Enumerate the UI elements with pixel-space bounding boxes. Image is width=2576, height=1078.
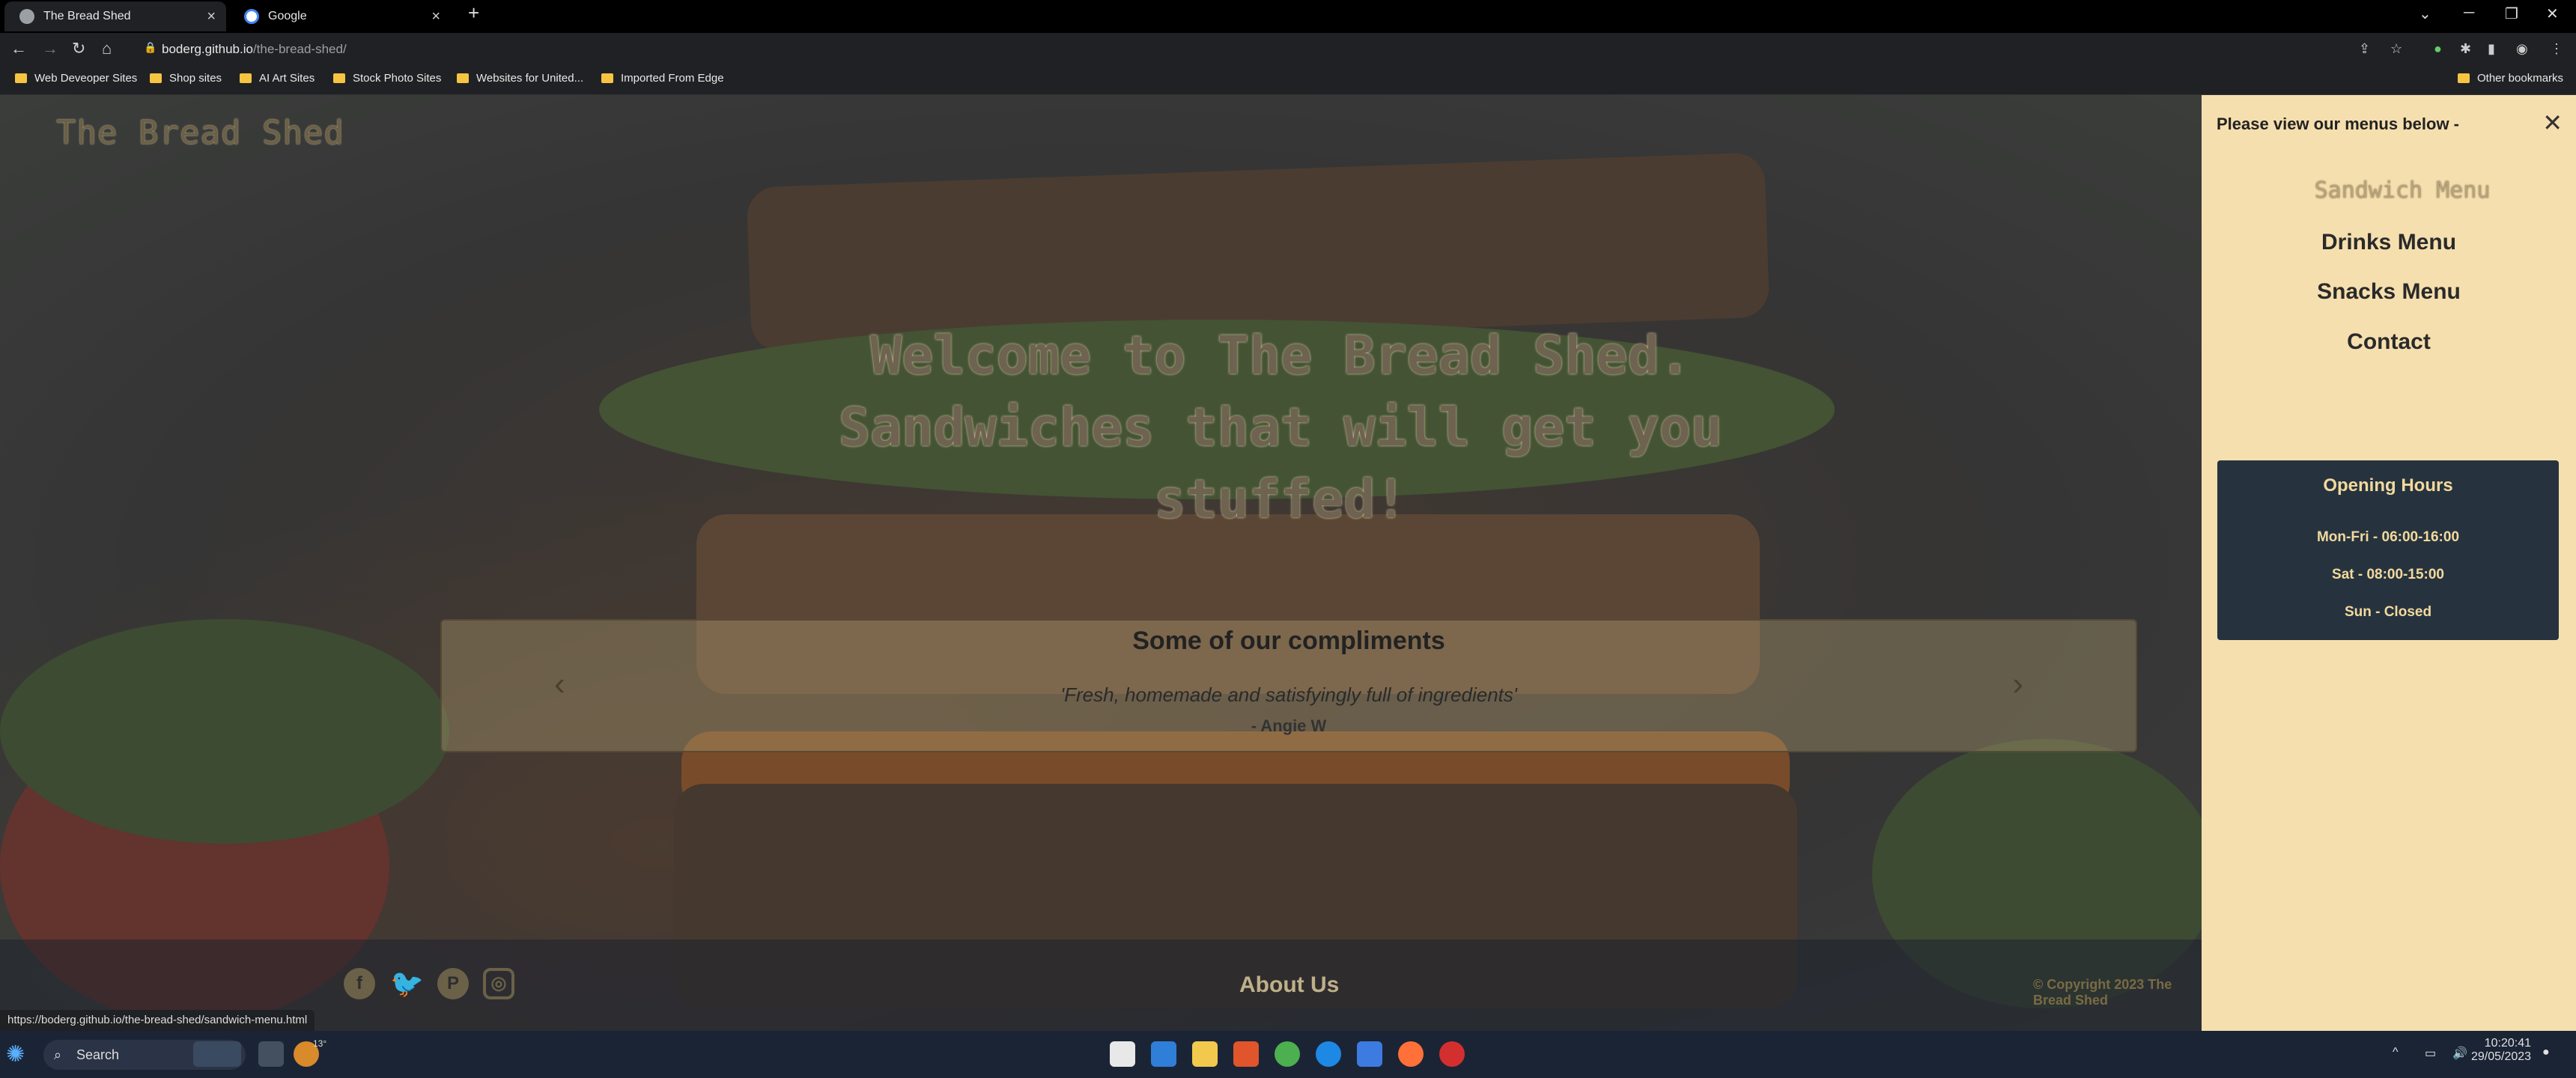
minimize-icon[interactable]: ─: [2464, 4, 2474, 22]
side-menu: Please view our menus below - ✕ Sandwich…: [2202, 95, 2576, 1031]
google-icon: [244, 9, 259, 24]
url-text: boderg.github.io/the-bread-shed/: [162, 42, 347, 56]
compliments-carousel: ‹ Some of our compliments 'Fresh, homema…: [440, 619, 2137, 752]
twitter-icon[interactable]: 🐦: [390, 968, 424, 999]
carousel-next-icon[interactable]: ›: [2012, 666, 2023, 703]
tab-strip: The Bread Shed × Google × + ⌄ ─ ❐ ✕: [0, 0, 2576, 33]
hero-heading: Welcome to The Bread Shed. Sandwiches th…: [719, 320, 1842, 535]
tab-bread-shed[interactable]: The Bread Shed ×: [4, 1, 226, 31]
folder-icon: [601, 73, 613, 83]
file-explorer-icon[interactable]: [1192, 1041, 1218, 1067]
notifications-icon[interactable]: ●: [2542, 1046, 2550, 1059]
close-tab-icon[interactable]: ×: [431, 8, 440, 25]
menu-item-snacks[interactable]: Snacks Menu: [2202, 279, 2576, 305]
other-bookmarks[interactable]: Other bookmarks: [2458, 72, 2563, 85]
site-logo[interactable]: The Bread Shed: [56, 114, 344, 152]
instagram-icon[interactable]: ◎: [483, 968, 514, 999]
restore-icon[interactable]: ❐: [2505, 4, 2518, 23]
profile-avatar[interactable]: ◉: [2516, 41, 2528, 57]
close-window-icon[interactable]: ✕: [2546, 4, 2559, 23]
hours-sunday: Sun - Closed: [2344, 604, 2432, 620]
about-us-link[interactable]: About Us: [1239, 972, 1339, 998]
new-tab-button[interactable]: +: [468, 1, 479, 25]
hero-overlay: [0, 95, 2202, 1031]
weather-temp: 13°: [313, 1038, 327, 1049]
browser-toolbar: ← → ↻ ⌂ 🔒 boderg.github.io/the-bread-she…: [0, 33, 2576, 64]
folder-icon: [240, 73, 252, 83]
bookmark-folder[interactable]: Stock Photo Sites: [333, 72, 441, 85]
search-highlight-image: [193, 1041, 241, 1067]
compliment-author: - Angie W: [1251, 716, 1327, 735]
tab-title: Google: [268, 10, 307, 22]
hours-weekdays: Mon-Fri - 06:00-16:00: [2316, 529, 2460, 545]
puzzle-icon[interactable]: ✱: [2460, 41, 2471, 57]
bookmark-folder[interactable]: AI Art Sites: [240, 72, 315, 85]
site-footer: f 🐦 P ◎ About Us © Copyright 2023 The Br…: [0, 940, 2202, 1031]
bookmark-folder[interactable]: Imported From Edge: [601, 72, 724, 85]
copyright-text: © Copyright 2023 The Bread Shed: [2033, 977, 2172, 1008]
globe-icon: [19, 9, 34, 24]
compliment-quote: 'Fresh, homemade and satisfyingly full o…: [1060, 683, 1517, 706]
lock-icon: 🔒: [144, 41, 157, 53]
store-icon[interactable]: [1110, 1041, 1135, 1067]
task-view-icon[interactable]: [258, 1041, 284, 1067]
network-icon[interactable]: ▭: [2425, 1046, 2436, 1061]
folder-icon: [333, 73, 345, 83]
bookmark-star-icon[interactable]: ☆: [2390, 41, 2402, 57]
extension-icon[interactable]: ●: [2434, 41, 2442, 57]
sidepanel-icon[interactable]: ▮: [2488, 41, 2495, 57]
folder-icon: [150, 73, 162, 83]
compliments-title: Some of our compliments: [1132, 627, 1445, 655]
opera-icon[interactable]: [1439, 1041, 1465, 1067]
address-bar[interactable]: 🔒 boderg.github.io/the-bread-shed/: [135, 37, 2381, 61]
pinterest-icon[interactable]: P: [437, 968, 469, 999]
chrome-icon[interactable]: [1275, 1041, 1300, 1067]
reload-icon[interactable]: ↻: [72, 39, 85, 58]
bookmark-folder[interactable]: Web Deveoper Sites: [15, 72, 137, 85]
tab-search-icon[interactable]: ⌄: [2419, 4, 2431, 23]
tab-title: The Bread Shed: [43, 10, 131, 22]
edge-icon[interactable]: [1316, 1041, 1341, 1067]
close-tab-icon[interactable]: ×: [207, 8, 216, 25]
start-icon[interactable]: ✺: [6, 1041, 25, 1068]
bookmarks-bar: Web Deveoper Sites Shop sites AI Art Sit…: [0, 64, 2576, 95]
volume-icon[interactable]: 🔊: [2452, 1046, 2467, 1061]
opening-hours-box: Opening Hours Mon-Fri - 06:00-16:00 Sat …: [2217, 460, 2559, 640]
hero-heading-line-1: Welcome to The Bread Shed.: [870, 325, 1691, 386]
back-icon[interactable]: ←: [10, 39, 27, 58]
tab-google[interactable]: Google ×: [229, 1, 451, 31]
taskbar: ✺ ⌕ Search 13° ^ ▭ 🔊 10:20:41 29/05/2023…: [0, 1031, 2576, 1078]
forward-icon[interactable]: →: [42, 39, 58, 58]
menu-item-contact[interactable]: Contact: [2202, 329, 2576, 355]
bookmark-folder[interactable]: Websites for United...: [457, 72, 583, 85]
folder-icon: [2458, 73, 2470, 83]
hours-saturday: Sat - 08:00-15:00: [2332, 567, 2444, 582]
close-menu-icon[interactable]: ✕: [2542, 109, 2563, 137]
brave-icon[interactable]: [1233, 1041, 1259, 1067]
facebook-icon[interactable]: f: [344, 968, 375, 999]
folder-icon: [457, 73, 469, 83]
mail-icon[interactable]: [1151, 1041, 1176, 1067]
share-icon[interactable]: ⇪: [2359, 41, 2370, 57]
opening-hours-title: Opening Hours: [2323, 475, 2453, 496]
page-content: The Bread Shed Welcome to The Bread Shed…: [0, 95, 2202, 1031]
search-icon: ⌕: [54, 1047, 62, 1062]
bookmark-folder[interactable]: Shop sites: [150, 72, 222, 85]
firefox-icon[interactable]: [1398, 1041, 1424, 1067]
menu-item-drinks[interactable]: Drinks Menu: [2202, 230, 2576, 255]
menu-dots-icon[interactable]: ⋮: [2550, 41, 2563, 57]
folder-icon: [15, 73, 27, 83]
hero-heading-line-2: Sandwiches that will get you stuffed!: [838, 397, 1723, 530]
menu-item-sandwich[interactable]: Sandwich Menu: [2215, 177, 2576, 204]
tray-chevron-icon[interactable]: ^: [2393, 1046, 2399, 1059]
clock[interactable]: 10:20:41 29/05/2023: [2471, 1037, 2531, 1064]
side-menu-heading: Please view our menus below -: [2217, 115, 2459, 133]
home-icon[interactable]: ⌂: [102, 39, 112, 58]
app-icon[interactable]: [1357, 1041, 1382, 1067]
status-url: https://boderg.github.io/the-bread-shed/…: [0, 1010, 315, 1031]
